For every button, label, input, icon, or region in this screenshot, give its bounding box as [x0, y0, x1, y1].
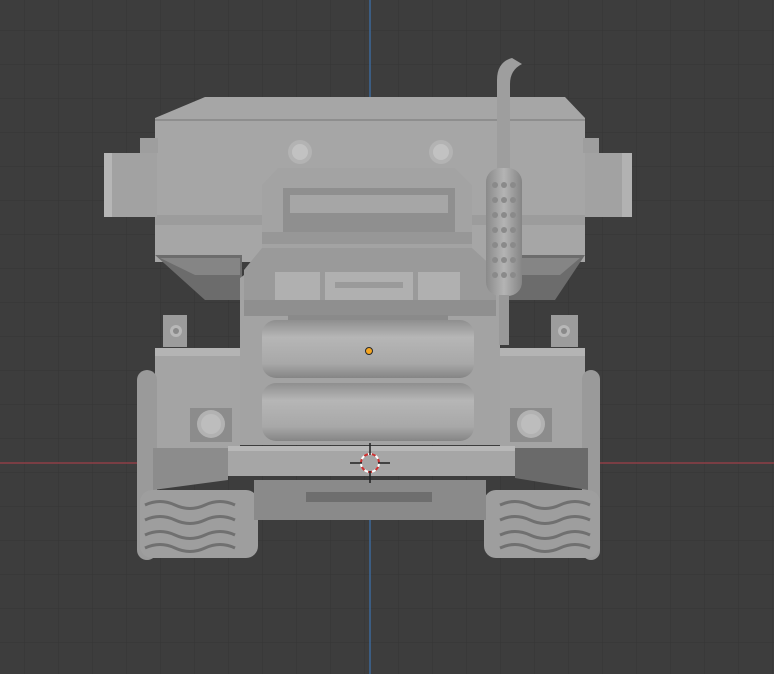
- object-origin-dot: [365, 347, 373, 355]
- lower-tank: [262, 383, 474, 441]
- viewport-canvas[interactable]: [0, 0, 774, 674]
- 3d-viewport[interactable]: [0, 0, 774, 674]
